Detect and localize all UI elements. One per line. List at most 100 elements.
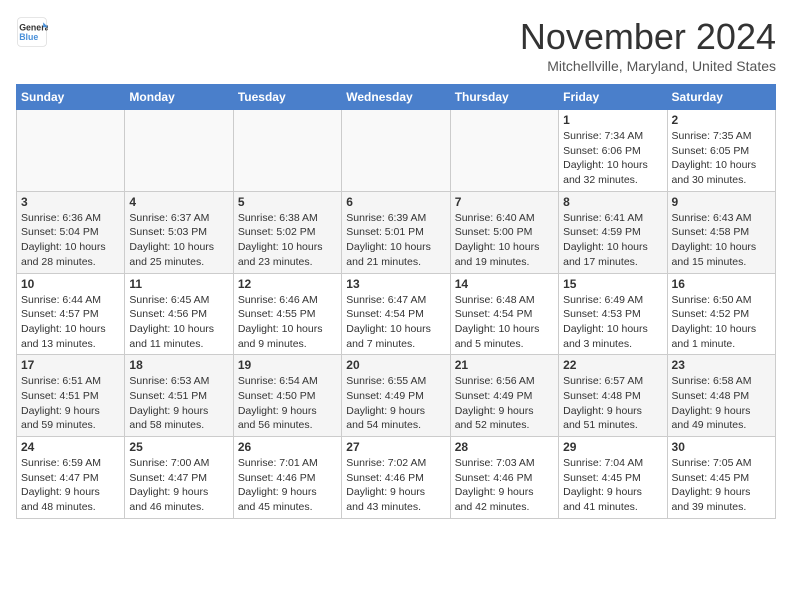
calendar-cell: 7 Sunrise: 6:40 AM Sunset: 5:00 PM Daylig… xyxy=(450,191,558,273)
calendar-cell xyxy=(342,110,450,192)
day-number: 16 xyxy=(672,277,771,291)
calendar-cell xyxy=(450,110,558,192)
calendar-cell: 11Sunrise: 6:45 AM Sunset: 4:56 PM Dayli… xyxy=(125,273,233,355)
day-info: Sunrise: 6:53 AM Sunset: 4:51 PM Dayligh… xyxy=(129,374,228,433)
title-block: November 2024 Mitchellville, Maryland, U… xyxy=(520,16,776,74)
calendar-cell: 8 Sunrise: 6:41 AM Sunset: 4:59 PM Daylig… xyxy=(559,191,667,273)
day-info: Sunrise: 6:58 AM Sunset: 4:48 PM Dayligh… xyxy=(672,374,771,433)
day-info: Sunrise: 6:43 AM Sunset: 4:58 PM Dayligh… xyxy=(672,211,771,270)
day-info: Sunrise: 6:47 AM Sunset: 4:54 PM Dayligh… xyxy=(346,293,445,352)
calendar-cell xyxy=(233,110,341,192)
day-number: 20 xyxy=(346,358,445,372)
day-info: Sunrise: 6:49 AM Sunset: 4:53 PM Dayligh… xyxy=(563,293,662,352)
day-number: 24 xyxy=(21,440,120,454)
day-number: 8 xyxy=(563,195,662,209)
calendar-cell: 12 Sunrise: 6:46 AM Sunset: 4:55 PM Dayli… xyxy=(233,273,341,355)
calendar-cell: 1Sunrise: 7:34 AM Sunset: 6:06 PM Daylig… xyxy=(559,110,667,192)
calendar-cell: 3 Sunrise: 6:36 AM Sunset: 5:04 PM Daylig… xyxy=(17,191,125,273)
calendar-cell: 9 Sunrise: 6:43 AM Sunset: 4:58 PM Daylig… xyxy=(667,191,775,273)
day-info: Sunrise: 6:41 AM Sunset: 4:59 PM Dayligh… xyxy=(563,211,662,270)
day-info: Sunrise: 6:36 AM Sunset: 5:04 PM Dayligh… xyxy=(21,211,120,270)
day-info: Sunrise: 6:39 AM Sunset: 5:01 PM Dayligh… xyxy=(346,211,445,270)
calendar-cell: 26 Sunrise: 7:01 AM Sunset: 4:46 PM Dayli… xyxy=(233,437,341,519)
calendar-week-row: 10 Sunrise: 6:44 AM Sunset: 4:57 PM Dayli… xyxy=(17,273,776,355)
calendar-week-row: 24Sunrise: 6:59 AM Sunset: 4:47 PM Dayli… xyxy=(17,437,776,519)
calendar-cell: 17 Sunrise: 6:51 AM Sunset: 4:51 PM Dayli… xyxy=(17,355,125,437)
svg-text:Blue: Blue xyxy=(19,32,38,42)
calendar-cell: 2 Sunrise: 7:35 AM Sunset: 6:05 PM Daylig… xyxy=(667,110,775,192)
day-number: 2 xyxy=(672,113,771,127)
day-number: 4 xyxy=(129,195,228,209)
calendar-cell xyxy=(125,110,233,192)
col-header-friday: Friday xyxy=(559,85,667,110)
day-info: Sunrise: 6:44 AM Sunset: 4:57 PM Dayligh… xyxy=(21,293,120,352)
day-number: 22 xyxy=(563,358,662,372)
calendar-cell: 28 Sunrise: 7:03 AM Sunset: 4:46 PM Dayli… xyxy=(450,437,558,519)
day-info: Sunrise: 7:35 AM Sunset: 6:05 PM Dayligh… xyxy=(672,129,771,188)
day-number: 13 xyxy=(346,277,445,291)
day-info: Sunrise: 6:40 AM Sunset: 5:00 PM Dayligh… xyxy=(455,211,554,270)
col-header-tuesday: Tuesday xyxy=(233,85,341,110)
calendar-cell: 19Sunrise: 6:54 AM Sunset: 4:50 PM Dayli… xyxy=(233,355,341,437)
day-number: 28 xyxy=(455,440,554,454)
col-header-wednesday: Wednesday xyxy=(342,85,450,110)
calendar-cell: 21 Sunrise: 6:56 AM Sunset: 4:49 PM Dayli… xyxy=(450,355,558,437)
calendar-cell: 6 Sunrise: 6:39 AM Sunset: 5:01 PM Daylig… xyxy=(342,191,450,273)
calendar-cell: 10 Sunrise: 6:44 AM Sunset: 4:57 PM Dayli… xyxy=(17,273,125,355)
day-number: 6 xyxy=(346,195,445,209)
day-number: 17 xyxy=(21,358,120,372)
col-header-saturday: Saturday xyxy=(667,85,775,110)
day-number: 19 xyxy=(238,358,337,372)
month-title: November 2024 xyxy=(520,16,776,58)
calendar-cell: 29 Sunrise: 7:04 AM Sunset: 4:45 PM Dayli… xyxy=(559,437,667,519)
day-number: 1 xyxy=(563,113,662,127)
day-number: 5 xyxy=(238,195,337,209)
calendar-cell: 22 Sunrise: 6:57 AM Sunset: 4:48 PM Dayli… xyxy=(559,355,667,437)
day-number: 15 xyxy=(563,277,662,291)
calendar-cell xyxy=(17,110,125,192)
day-info: Sunrise: 7:05 AM Sunset: 4:45 PM Dayligh… xyxy=(672,456,771,515)
logo-icon: General Blue xyxy=(16,16,48,48)
calendar-week-row: 1Sunrise: 7:34 AM Sunset: 6:06 PM Daylig… xyxy=(17,110,776,192)
calendar-cell: 18 Sunrise: 6:53 AM Sunset: 4:51 PM Dayli… xyxy=(125,355,233,437)
day-info: Sunrise: 6:56 AM Sunset: 4:49 PM Dayligh… xyxy=(455,374,554,433)
day-info: Sunrise: 6:45 AM Sunset: 4:56 PM Dayligh… xyxy=(129,293,228,352)
calendar-cell: 4 Sunrise: 6:37 AM Sunset: 5:03 PM Daylig… xyxy=(125,191,233,273)
day-info: Sunrise: 6:57 AM Sunset: 4:48 PM Dayligh… xyxy=(563,374,662,433)
day-number: 23 xyxy=(672,358,771,372)
day-number: 10 xyxy=(21,277,120,291)
page-header: General Blue November 2024 Mitchellville… xyxy=(16,16,776,74)
day-number: 7 xyxy=(455,195,554,209)
col-header-thursday: Thursday xyxy=(450,85,558,110)
day-number: 29 xyxy=(563,440,662,454)
day-info: Sunrise: 7:03 AM Sunset: 4:46 PM Dayligh… xyxy=(455,456,554,515)
day-number: 12 xyxy=(238,277,337,291)
day-info: Sunrise: 6:46 AM Sunset: 4:55 PM Dayligh… xyxy=(238,293,337,352)
calendar-week-row: 17 Sunrise: 6:51 AM Sunset: 4:51 PM Dayli… xyxy=(17,355,776,437)
day-number: 21 xyxy=(455,358,554,372)
calendar-cell: 20Sunrise: 6:55 AM Sunset: 4:49 PM Dayli… xyxy=(342,355,450,437)
day-info: Sunrise: 7:01 AM Sunset: 4:46 PM Dayligh… xyxy=(238,456,337,515)
day-number: 27 xyxy=(346,440,445,454)
day-info: Sunrise: 6:37 AM Sunset: 5:03 PM Dayligh… xyxy=(129,211,228,270)
day-info: Sunrise: 6:50 AM Sunset: 4:52 PM Dayligh… xyxy=(672,293,771,352)
day-number: 3 xyxy=(21,195,120,209)
day-number: 25 xyxy=(129,440,228,454)
calendar-cell: 25 Sunrise: 7:00 AM Sunset: 4:47 PM Dayli… xyxy=(125,437,233,519)
day-number: 30 xyxy=(672,440,771,454)
calendar-cell: 5Sunrise: 6:38 AM Sunset: 5:02 PM Daylig… xyxy=(233,191,341,273)
calendar-cell: 15 Sunrise: 6:49 AM Sunset: 4:53 PM Dayli… xyxy=(559,273,667,355)
day-info: Sunrise: 7:04 AM Sunset: 4:45 PM Dayligh… xyxy=(563,456,662,515)
logo: General Blue xyxy=(16,16,48,48)
calendar-table: SundayMondayTuesdayWednesdayThursdayFrid… xyxy=(16,84,776,519)
calendar-cell: 24Sunrise: 6:59 AM Sunset: 4:47 PM Dayli… xyxy=(17,437,125,519)
day-number: 9 xyxy=(672,195,771,209)
day-info: Sunrise: 6:51 AM Sunset: 4:51 PM Dayligh… xyxy=(21,374,120,433)
day-info: Sunrise: 7:00 AM Sunset: 4:47 PM Dayligh… xyxy=(129,456,228,515)
day-number: 18 xyxy=(129,358,228,372)
calendar-cell: 23 Sunrise: 6:58 AM Sunset: 4:48 PM Dayli… xyxy=(667,355,775,437)
calendar-cell: 13 Sunrise: 6:47 AM Sunset: 4:54 PM Dayli… xyxy=(342,273,450,355)
day-info: Sunrise: 6:48 AM Sunset: 4:54 PM Dayligh… xyxy=(455,293,554,352)
calendar-week-row: 3 Sunrise: 6:36 AM Sunset: 5:04 PM Daylig… xyxy=(17,191,776,273)
day-number: 26 xyxy=(238,440,337,454)
